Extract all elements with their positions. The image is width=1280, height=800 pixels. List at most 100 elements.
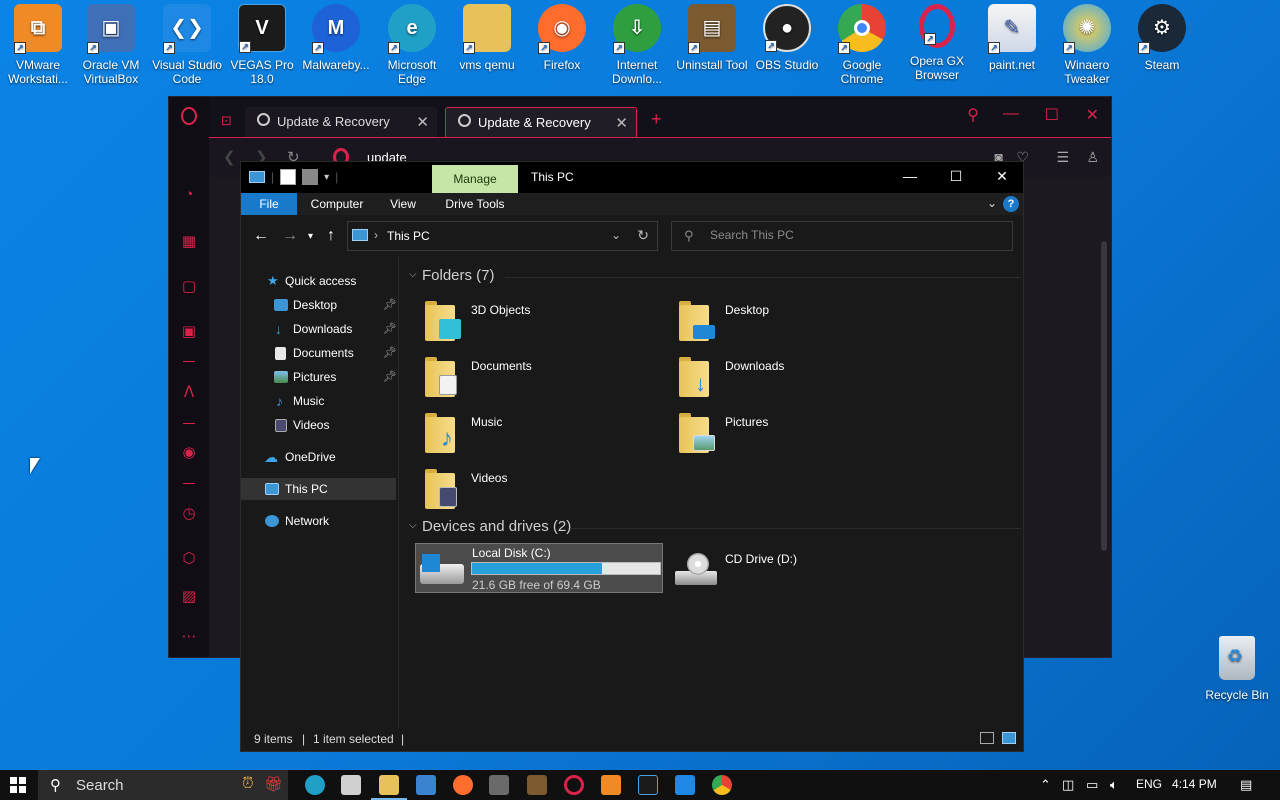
folder-music[interactable]: ♪ Music: [415, 409, 665, 461]
close-button[interactable]: ✕: [979, 162, 1025, 192]
taskbar-app-icon[interactable]: [489, 775, 509, 795]
easy-setup-icon[interactable]: ☰: [1056, 149, 1069, 166]
drive-cd-d[interactable]: CD Drive (D:): [669, 543, 917, 593]
desktop-icon-paintnet[interactable]: ✎ ↗ paint.net: [974, 4, 1050, 90]
tab-file[interactable]: File: [241, 193, 297, 215]
taskbar-vscode-icon[interactable]: [675, 775, 695, 795]
tab-view[interactable]: View: [379, 193, 427, 215]
back-icon[interactable]: ❮: [223, 148, 236, 166]
desktop-icon-malwarebytes[interactable]: M ↗ Malwareby...: [298, 4, 374, 90]
desktop-icon-chrome[interactable]: ↗ Google Chrome: [824, 4, 900, 90]
search-icon[interactable]: ⚲: [967, 105, 979, 125]
close-icon[interactable]: ✕: [615, 114, 628, 132]
taskbar-vegas-icon[interactable]: [638, 775, 658, 795]
volume-icon[interactable]: 🔈︎: [1110, 777, 1118, 793]
close-icon[interactable]: ✕: [416, 113, 429, 131]
tab-computer[interactable]: Computer: [301, 193, 373, 215]
desktop-icon-vmware[interactable]: ⧉ ↗ VMware Workstati...: [0, 4, 76, 90]
language-indicator[interactable]: ENG: [1136, 777, 1162, 791]
bag-icon[interactable]: ▦: [179, 232, 199, 252]
nav-item-desktop[interactable]: Desktop 📌︎: [241, 294, 397, 316]
search-input[interactable]: [710, 228, 1000, 242]
new-tab-icon[interactable]: +: [651, 109, 662, 130]
desktop-icon-edge[interactable]: e ↗ Microsoft Edge: [374, 4, 450, 90]
taskbar-edge-icon[interactable]: [305, 775, 325, 795]
desktop-icon-steam[interactable]: ⚙ ↗ Steam: [1124, 4, 1200, 90]
new-folder-icon[interactable]: [302, 169, 319, 185]
taskbar-uninstall-tool-icon[interactable]: [527, 775, 547, 795]
taskbar-store-icon[interactable]: [416, 775, 436, 795]
taskbar-search[interactable]: ⚲ Search ⏰︎ 🎁︎: [38, 770, 288, 800]
folder-desktop[interactable]: Desktop: [669, 297, 919, 349]
nav-item-videos[interactable]: Videos: [241, 414, 396, 436]
desktop-icon-vms-qemu[interactable]: ↗ vms qemu: [449, 4, 525, 90]
folder-documents[interactable]: Documents: [415, 353, 665, 405]
forward-button[interactable]: →: [282, 227, 298, 245]
nav-item-onedrive[interactable]: ☁ OneDrive: [241, 446, 396, 468]
tab-drive-tools[interactable]: Drive Tools: [439, 193, 511, 215]
cpu-icon[interactable]: ▣: [179, 322, 199, 342]
more-icon[interactable]: ⋯: [179, 627, 199, 647]
opera-logo-icon[interactable]: [181, 107, 197, 125]
opera-scrollbar[interactable]: [1101, 241, 1107, 551]
refresh-icon[interactable]: ↻: [637, 227, 649, 244]
devices-group-header[interactable]: ⌵ Devices and drives (2): [401, 518, 1021, 540]
properties-icon[interactable]: [280, 169, 297, 185]
back-button[interactable]: ←: [253, 227, 269, 245]
start-button[interactable]: [10, 777, 26, 793]
notification-icon[interactable]: ▤: [1240, 777, 1252, 793]
customize-dropdown-icon[interactable]: ▾: [324, 172, 329, 183]
taskbar-opera-gx-icon[interactable]: [564, 775, 584, 795]
opera-tab-1[interactable]: Update & Recovery ✕: [245, 107, 437, 137]
desktop-icon-obs[interactable]: ● ↗ OBS Studio: [749, 4, 825, 90]
desktop-icon-recycle-bin[interactable]: Recycle Bin: [1200, 636, 1274, 708]
chevron-right-icon[interactable]: ›: [374, 228, 378, 242]
twitch-icon[interactable]: ▢: [179, 277, 199, 297]
address-bar[interactable]: › This PC ⌄ ↻: [347, 221, 658, 251]
nav-item-downloads[interactable]: ↓ Downloads 📌︎: [241, 318, 397, 340]
opera-tab-2[interactable]: Update & Recovery ✕: [445, 107, 637, 137]
taskbar-vmware-icon[interactable]: [601, 775, 621, 795]
folder-pictures[interactable]: Pictures: [669, 409, 919, 461]
folders-group-header[interactable]: ⌵ Folders (7): [401, 267, 1021, 289]
taskbar-firefox-icon[interactable]: [453, 775, 473, 795]
close-icon[interactable]: ✕: [1086, 105, 1099, 125]
nav-item-music[interactable]: ♪ Music: [241, 390, 396, 412]
taskbar-app-icon[interactable]: [341, 775, 361, 795]
desktop-icon-vegas[interactable]: V ↗ VEGAS Pro 18.0: [224, 4, 300, 90]
player-icon[interactable]: ◉: [179, 443, 199, 463]
desktop-icon-firefox[interactable]: ◉ ↗ Firefox: [524, 4, 600, 90]
desktop-icon-idm[interactable]: ⇩ ↗ Internet Downlo...: [599, 4, 675, 90]
pin-icon[interactable]: 📌︎: [383, 366, 397, 388]
desktop-icon-uninstall-tool[interactable]: ▤ ↗ Uninstall Tool: [674, 4, 750, 90]
show-hidden-icons-icon[interactable]: ⌃: [1040, 777, 1051, 793]
speedometer-icon[interactable]: ◔: [179, 185, 199, 205]
desktop-icon-virtualbox[interactable]: ▣ ↗ Oracle VM VirtualBox: [73, 4, 149, 90]
gamepad-icon[interactable]: ⊡: [221, 113, 232, 129]
meet-now-icon[interactable]: ◫: [1062, 777, 1074, 793]
chevron-down-icon[interactable]: ⌄: [611, 228, 621, 242]
folder-downloads[interactable]: ↓ Downloads: [669, 353, 919, 405]
gallery-icon[interactable]: ▨: [179, 587, 199, 607]
manage-tab[interactable]: Manage: [432, 165, 518, 193]
details-view-icon[interactable]: [980, 732, 994, 744]
nav-item-documents[interactable]: Documents 📌︎: [241, 342, 397, 364]
pin-icon[interactable]: 📌︎: [383, 294, 397, 316]
maximize-button[interactable]: ☐: [933, 162, 979, 192]
nav-item-network[interactable]: Network: [241, 510, 396, 532]
clock[interactable]: 4:14 PM: [1172, 777, 1217, 791]
aria-icon[interactable]: ᐱ: [179, 383, 199, 403]
desktop-icon-vscode[interactable]: ❮❯ ↗ Visual Studio Code: [149, 4, 225, 90]
taskbar-file-explorer-icon[interactable]: [371, 775, 407, 800]
pin-icon[interactable]: 📌︎: [383, 318, 397, 340]
desktop-icon-opera-gx[interactable]: ↗ Opera GX Browser: [899, 4, 975, 90]
expand-ribbon-icon[interactable]: ⌄: [987, 196, 997, 210]
desktop-icon-winaero[interactable]: ✺ ↗ Winaero Tweaker: [1049, 4, 1125, 90]
pin-icon[interactable]: 📌︎: [383, 342, 397, 364]
search-box[interactable]: ⚲: [671, 221, 1013, 251]
drive-local-disk-c[interactable]: Local Disk (C:) 21.6 GB free of 69.4 GB: [415, 543, 663, 593]
network-icon[interactable]: ▭: [1086, 777, 1098, 793]
minimize-icon[interactable]: —: [1003, 105, 1019, 123]
address-path[interactable]: This PC: [387, 229, 430, 243]
cube-icon[interactable]: ⬡: [179, 549, 199, 569]
